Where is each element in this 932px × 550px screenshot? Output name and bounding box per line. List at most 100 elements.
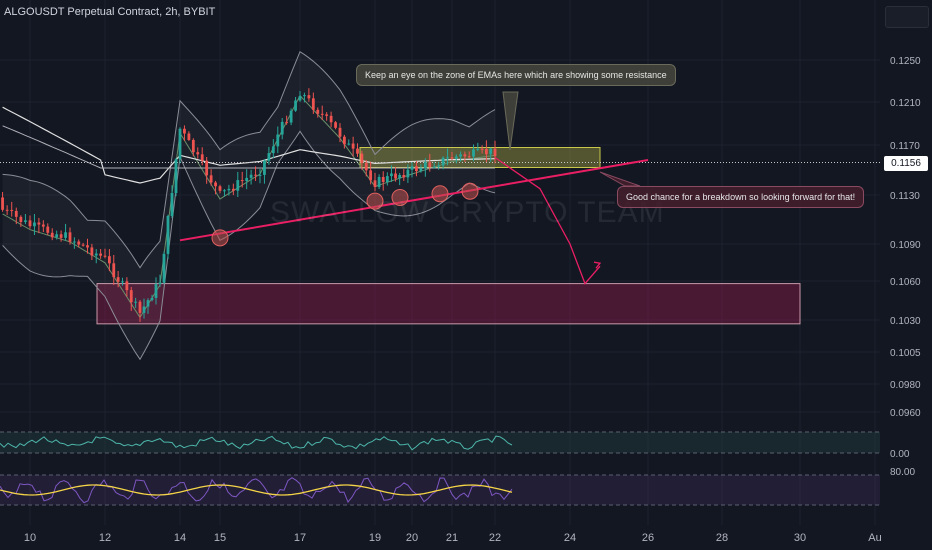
candle [142, 306, 146, 313]
candle [254, 174, 257, 176]
y-tick-label: 0.1005 [890, 348, 921, 359]
x-tick-label: 21 [446, 532, 458, 544]
candle [72, 241, 76, 243]
y-tick-label: 0.1170 [890, 141, 920, 152]
candle [316, 109, 320, 114]
candle [121, 281, 124, 283]
candle [394, 173, 397, 179]
candle [214, 182, 217, 187]
candle [86, 245, 89, 248]
candle [311, 98, 315, 110]
candle [347, 143, 351, 145]
y-tick-label: 0.1090 [890, 240, 921, 251]
candle [46, 226, 50, 233]
candle [271, 146, 275, 154]
candle [419, 168, 423, 172]
candle [289, 110, 293, 123]
candle [485, 149, 488, 155]
candle [94, 253, 98, 256]
breakdown-callout: Good chance for a breakdown so looking f… [617, 186, 865, 208]
candle [116, 277, 120, 282]
candle [240, 180, 244, 182]
candle [227, 188, 231, 191]
candle [245, 177, 249, 182]
candle [338, 127, 342, 137]
candle [360, 153, 364, 163]
candle [298, 96, 302, 101]
indicator-tick-label: 0.00 [890, 449, 910, 460]
candle [191, 139, 195, 153]
candle [325, 114, 329, 116]
candle [68, 232, 72, 242]
candle [19, 216, 23, 222]
candle [381, 176, 385, 182]
candle [10, 209, 14, 211]
candle [258, 174, 262, 176]
candle [205, 160, 209, 176]
candle [81, 244, 85, 246]
y-tick-label: 0.1130 [890, 191, 920, 202]
candle [33, 222, 36, 227]
candle [146, 300, 150, 307]
x-tick-label: 17 [294, 532, 306, 544]
candle [415, 166, 418, 172]
candle [183, 128, 186, 134]
candle [150, 297, 154, 301]
x-tick-label: 24 [564, 532, 576, 544]
candle [59, 234, 63, 238]
candle [303, 95, 306, 97]
candle [170, 193, 174, 216]
candle [55, 234, 59, 238]
candle [493, 148, 497, 157]
candle [249, 174, 253, 178]
rsi-band [0, 432, 880, 453]
ema-resistance-callout: Keep an eye on the zone of EMAs here whi… [356, 64, 676, 86]
candle [294, 100, 297, 111]
candle [423, 162, 427, 169]
y-tick-label: 0.1210 [890, 98, 921, 109]
candle [428, 162, 432, 167]
candle [342, 136, 346, 145]
x-tick-label: 22 [489, 532, 501, 544]
candle [138, 301, 142, 313]
x-tick-label: 26 [642, 532, 654, 544]
candle [307, 95, 311, 99]
candle [99, 253, 103, 256]
candle [209, 175, 213, 183]
candle [37, 222, 41, 225]
candle [476, 148, 480, 150]
x-tick-label: 30 [794, 532, 806, 544]
y-tick-label: 0.1250 [890, 56, 921, 67]
candle [162, 253, 166, 283]
chart-settings-button[interactable] [885, 6, 929, 28]
candle [406, 169, 410, 178]
candle [437, 165, 441, 167]
x-tick-label: 20 [406, 532, 418, 544]
candle [28, 220, 32, 227]
candle [450, 157, 454, 159]
y-tick-label: 0.1060 [890, 277, 921, 288]
candle [454, 156, 458, 159]
candle [377, 176, 381, 187]
candle [320, 113, 324, 115]
candle [196, 152, 200, 155]
pivot-low-marker [211, 229, 229, 247]
candle [107, 256, 111, 264]
x-tick-label: 28 [716, 532, 728, 544]
indicator-tick-label: 80.00 [890, 467, 915, 478]
candle [373, 180, 377, 187]
demand-zone [96, 283, 801, 325]
candle [351, 143, 355, 149]
candle [134, 301, 138, 303]
chart-title: ALGOUSDT Perpetual Contract, 2h, BYBIT [4, 6, 216, 18]
candle [459, 154, 462, 157]
candle [369, 170, 373, 181]
candle [154, 284, 158, 298]
candle [5, 209, 9, 211]
candle [24, 220, 27, 222]
candle [356, 148, 359, 154]
candle [385, 176, 389, 182]
candle [285, 121, 289, 123]
candle [280, 121, 284, 135]
candle [480, 148, 484, 150]
